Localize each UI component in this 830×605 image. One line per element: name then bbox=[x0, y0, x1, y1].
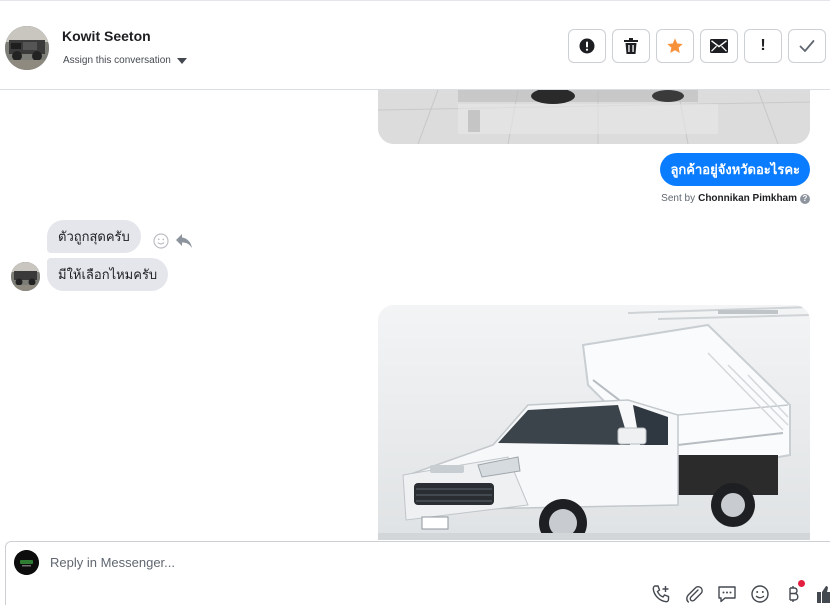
trash-icon bbox=[624, 38, 638, 54]
reply-input[interactable] bbox=[50, 555, 550, 570]
reply-composer bbox=[5, 541, 830, 605]
mark-done-button[interactable] bbox=[788, 29, 826, 63]
delete-button[interactable] bbox=[612, 29, 650, 63]
assign-conversation-dropdown[interactable]: Assign this conversation bbox=[63, 55, 187, 66]
sender-name: Chonnikan Pimkham bbox=[698, 193, 797, 204]
message-hover-actions bbox=[153, 233, 193, 249]
page-avatar bbox=[14, 550, 39, 575]
assign-label: Assign this conversation bbox=[63, 55, 171, 66]
reply-arrow-icon[interactable] bbox=[175, 233, 193, 249]
composer-toolbar bbox=[651, 580, 830, 604]
message-image-truck-partial[interactable] bbox=[378, 90, 810, 144]
sent-by-info: Sent by Chonnikan Pimkham ? bbox=[661, 193, 810, 204]
call-add-button[interactable] bbox=[651, 584, 671, 604]
mark-unread-button[interactable] bbox=[700, 29, 738, 63]
follow-up-button[interactable]: ! bbox=[744, 29, 782, 63]
chat-icon bbox=[718, 586, 736, 603]
contact-avatar[interactable] bbox=[5, 26, 49, 70]
check-icon bbox=[799, 40, 815, 52]
incoming-message[interactable]: มีให้เลือกไหมครับ bbox=[47, 258, 169, 291]
paperclip-icon bbox=[686, 586, 703, 603]
message-image-dump-truck[interactable] bbox=[378, 305, 810, 540]
conversation-actions: ! bbox=[568, 29, 826, 63]
emoji-button[interactable] bbox=[750, 584, 770, 604]
envelope-icon bbox=[710, 39, 728, 53]
alert-circle-icon bbox=[579, 38, 595, 54]
baht-icon bbox=[789, 586, 799, 602]
message-thread[interactable]: ลูกค้าอยู่จังหวัดอะไรคะ Sent by Chonnika… bbox=[0, 90, 830, 540]
emoji-icon bbox=[751, 585, 769, 603]
sent-by-prefix: Sent by bbox=[661, 193, 696, 204]
mark-spam-button[interactable] bbox=[568, 29, 606, 63]
like-button[interactable] bbox=[816, 584, 830, 604]
notification-dot bbox=[798, 580, 805, 587]
caret-down-icon bbox=[176, 57, 187, 64]
phone-add-icon bbox=[652, 585, 670, 603]
outgoing-message[interactable]: ลูกค้าอยู่จังหวัดอะไรคะ bbox=[660, 153, 810, 186]
payment-button[interactable] bbox=[783, 580, 805, 604]
thumbs-up-icon bbox=[817, 586, 830, 603]
emoji-react-icon[interactable] bbox=[153, 233, 169, 249]
incoming-message[interactable]: ตัวถูกสุดครับ bbox=[47, 220, 141, 253]
star-button[interactable] bbox=[656, 29, 694, 63]
help-icon[interactable]: ? bbox=[800, 193, 810, 204]
attach-button[interactable] bbox=[684, 584, 704, 604]
saved-replies-button[interactable] bbox=[717, 584, 737, 604]
star-icon bbox=[667, 38, 683, 54]
conversation-header: Kowit Seeton Assign this conversation ! bbox=[0, 0, 830, 90]
contact-avatar-small[interactable] bbox=[11, 262, 40, 291]
contact-name[interactable]: Kowit Seeton bbox=[62, 28, 151, 44]
conversation-view: Kowit Seeton Assign this conversation ! … bbox=[0, 0, 830, 605]
exclamation-icon: ! bbox=[760, 37, 766, 54]
